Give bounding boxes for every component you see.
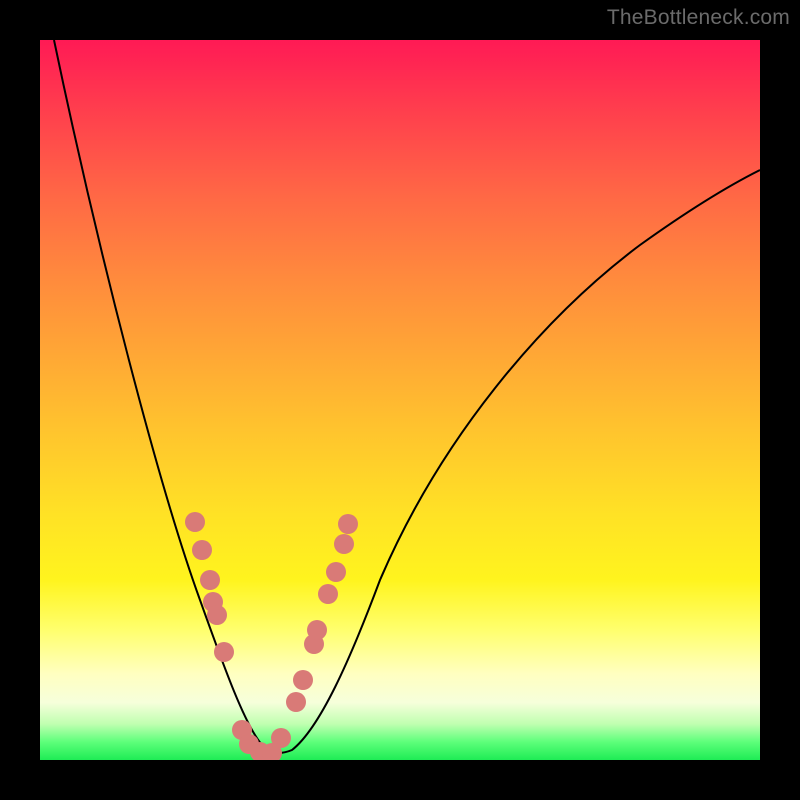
- marker-dot: [307, 620, 327, 640]
- marker-dot: [214, 642, 234, 662]
- bottleneck-curve: [54, 40, 760, 753]
- marker-dot: [185, 512, 205, 532]
- marker-dot: [286, 692, 306, 712]
- plot-area: [40, 40, 760, 760]
- marker-dot: [326, 562, 346, 582]
- marker-dot: [200, 570, 220, 590]
- marker-dot: [318, 584, 338, 604]
- marker-dot: [338, 514, 358, 534]
- marker-dot: [271, 728, 291, 748]
- marker-group: [185, 512, 358, 760]
- chart-frame: TheBottleneck.com: [0, 0, 800, 800]
- marker-dot: [207, 605, 227, 625]
- watermark-text: TheBottleneck.com: [607, 6, 790, 30]
- marker-dot: [293, 670, 313, 690]
- bottleneck-curve-svg: [40, 40, 760, 760]
- marker-dot: [334, 534, 354, 554]
- marker-dot: [192, 540, 212, 560]
